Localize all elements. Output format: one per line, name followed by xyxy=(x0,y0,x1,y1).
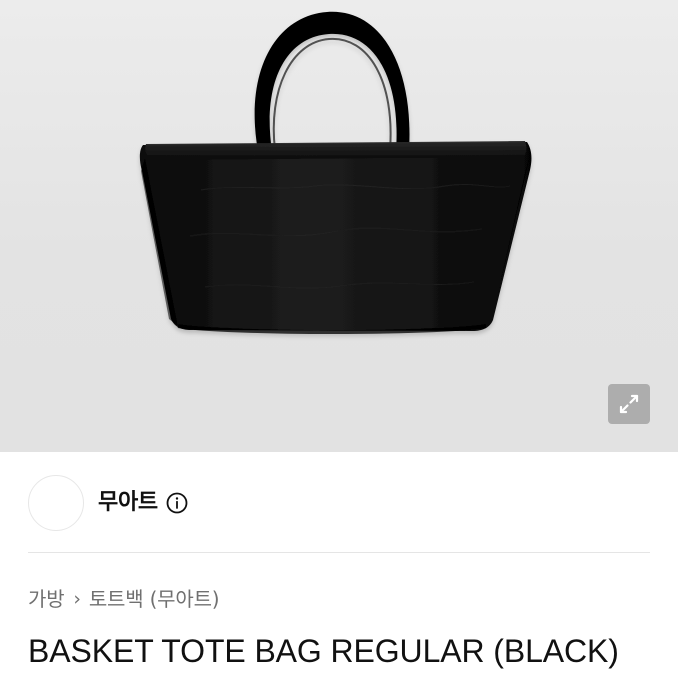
tote-bag-handle xyxy=(254,11,410,151)
product-title: BASKET TOTE BAG REGULAR (BLACK) xyxy=(28,633,619,669)
breadcrumb: 가방 › 토트백 (무아트) xyxy=(28,584,220,614)
tote-bag-body xyxy=(139,142,532,331)
expand-image-button[interactable] xyxy=(608,384,650,424)
tote-bag-image xyxy=(139,11,532,334)
avatar[interactable] xyxy=(28,475,84,531)
section-divider xyxy=(28,552,650,553)
store-name[interactable]: 무아트 xyxy=(98,489,158,517)
info-icon[interactable] xyxy=(165,491,189,515)
breadcrumb-category-bag[interactable]: 가방 xyxy=(28,586,65,612)
seller-row[interactable]: 무아트 xyxy=(28,474,650,532)
tote-bag-handle-highlight xyxy=(272,37,392,151)
product-image-gallery[interactable] xyxy=(0,0,678,452)
expand-icon xyxy=(619,394,639,414)
tote-bag-rim xyxy=(145,141,527,160)
product-detail-page: 무아트 가방 › 토트백 (무아트) BASKET TOTE BAG REGUL… xyxy=(0,0,678,678)
breadcrumb-subcategory-tote-bag[interactable]: 토트백 (무아트) xyxy=(89,586,220,612)
breadcrumb-separator-icon: › xyxy=(73,588,81,610)
tote-bag-shape xyxy=(139,11,532,334)
